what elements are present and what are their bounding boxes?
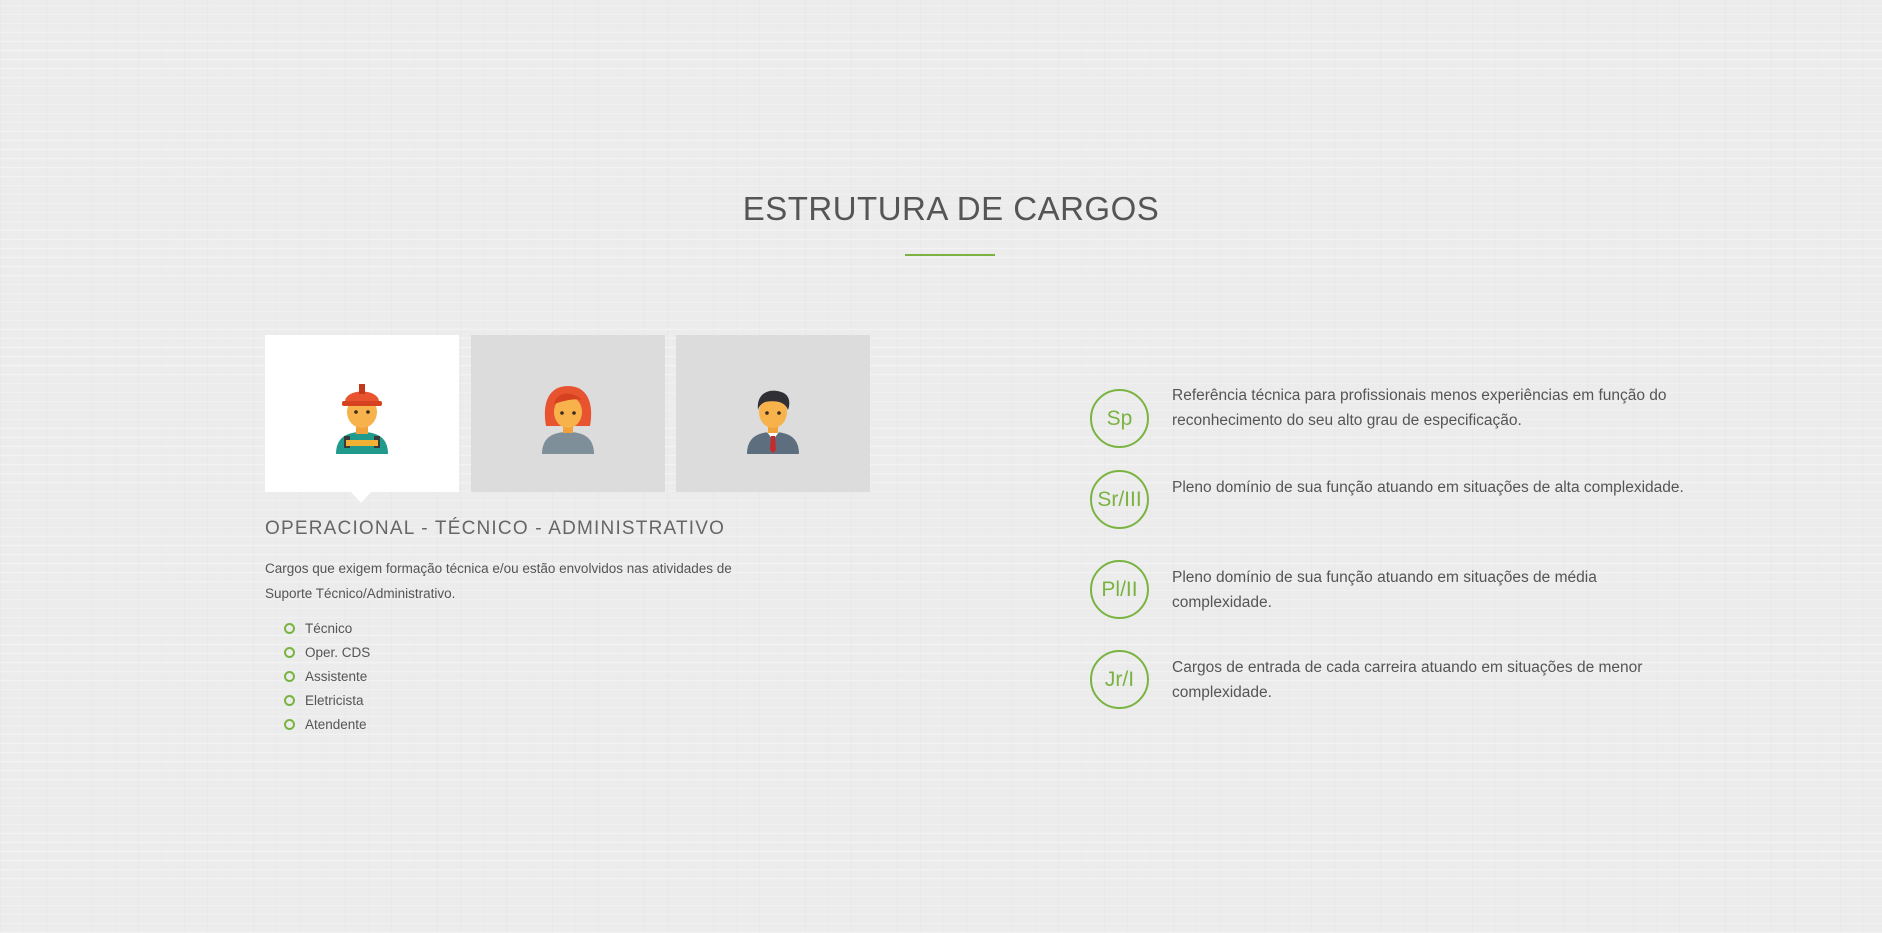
level-badge: Sr/III — [1090, 470, 1149, 529]
level-badge: Pl/II — [1090, 560, 1149, 619]
level-badge: Jr/I — [1090, 650, 1149, 709]
circle-bullet-icon — [284, 670, 295, 682]
list-item: Eletricista — [284, 688, 370, 712]
list-item: Atendente — [284, 712, 370, 736]
tab-operacional[interactable] — [265, 335, 459, 503]
panel-heading: OPERACIONAL - TÉCNICO - ADMINISTRATIVO — [265, 518, 726, 539]
worker-helmet-icon — [336, 383, 388, 454]
level-description: Referência técnica para profissionais me… — [1172, 387, 1667, 429]
title-underline — [905, 254, 995, 256]
list-item: Oper. CDS — [284, 640, 370, 664]
circle-bullet-icon — [284, 718, 295, 730]
level-badge: Sp — [1090, 389, 1149, 448]
circle-bullet-icon — [284, 694, 295, 706]
section-title: ESTRUTURA DE CARGOS — [742, 190, 1160, 227]
level-description: Pleno domínio de sua função atuando em s… — [1172, 479, 1684, 496]
list-item: Assistente — [284, 664, 370, 688]
tab-administrativo[interactable] — [471, 335, 665, 492]
list-item: Técnico — [284, 616, 370, 640]
level-description: Pleno domínio de sua função atuando em s… — [1172, 569, 1597, 611]
woman-avatar-icon — [542, 385, 594, 454]
panel-description: Cargos que exigem formação técnica e/ou … — [265, 561, 732, 601]
businessman-avatar-icon — [747, 390, 799, 454]
level-description: Cargos de entrada de cada carreira atuan… — [1172, 659, 1643, 701]
circle-bullet-icon — [284, 622, 295, 634]
circle-bullet-icon — [284, 646, 295, 658]
tab-gerencial[interactable] — [676, 335, 870, 492]
role-list: Técnico Oper. CDS Assistente Eletricista… — [284, 616, 370, 736]
